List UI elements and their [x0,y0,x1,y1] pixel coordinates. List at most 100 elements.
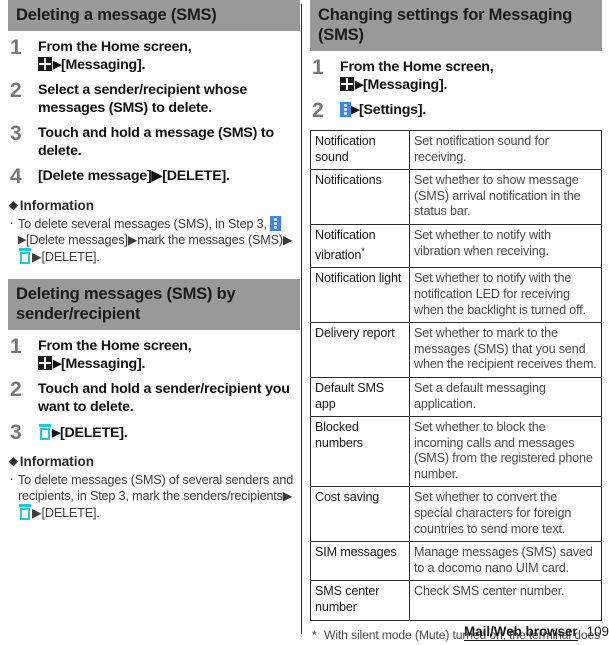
information-list: To delete messages (SMS) of several send… [8,471,300,521]
step-number: 2 [10,79,22,102]
table-row: Notification light Set whether to notify… [310,267,602,324]
arrow-icon: ▶ [355,78,363,91]
step-text-line1: From the Home screen, [340,59,494,75]
diamond-icon: ❖ [8,199,19,213]
setting-description: Set a default messaging application. [409,376,602,418]
step-item: 1 From the Home screen, ▶[Messaging]. [8,36,300,74]
step-text: Select a sender/recipient whose messages… [38,82,248,116]
setting-description: Set notification sound for receiving. [409,129,602,171]
step-item: 1 From the Home screen, ▶[Messaging]. [310,56,602,94]
setting-description: Set whether to show message (SMS) arriva… [409,169,602,225]
table-row: Notification sound Set notification soun… [310,129,602,171]
step-text-line1: From the Home screen, [38,338,192,354]
trash-icon [18,248,32,264]
step-text-line2: [Messaging]. [362,76,448,93]
arrow-icon: ▶ [351,104,359,116]
step-number: 2 [312,99,324,122]
info-text-part1: To delete messages (SMS) of several send… [18,473,294,503]
setting-name: Notification sound [310,129,410,171]
step-text: ▶[DELETE]. [38,423,128,443]
settings-table: Notification sound Set notification soun… [310,129,602,621]
step-text-line1: [DELETE]. [59,425,128,441]
setting-description: Set whether to convert the special chara… [409,486,602,543]
table-row: Notifications Set whether to show messag… [310,169,602,225]
section-heading-deleting-messages-by-sender: Deleting messages (SMS) by sender/recipi… [8,279,300,330]
list-item: To delete messages (SMS) of several send… [8,471,300,521]
step-item: 1 From the Home screen, ▶[Messaging]. [8,335,300,373]
step-number: 3 [10,122,22,145]
step-item: 4 [Delete message]▶[DELETE]. [8,165,300,188]
step-text: Touch and hold a sender/recipient you wa… [38,381,290,415]
section-heading-changing-settings: Changing settings for Messaging (SMS) [310,0,602,51]
trash-icon [38,424,52,440]
page-number: 109 [586,624,609,639]
setting-name: Notification light [310,267,410,324]
table-row: SMS center number Check SMS center numbe… [310,580,602,621]
information-heading: ❖Information [8,198,300,214]
step-number: 2 [10,378,22,401]
setting-name: Blocked numbers [310,416,410,488]
settings-table-body: Notification sound Set notification soun… [310,129,602,621]
step-text: [Delete message]▶[DELETE]. [38,168,230,184]
step-text: Touch and hold a message (SMS) to delete… [38,125,274,159]
step-item: 3 ▶[DELETE]. [8,421,300,444]
apps-grid-icon [340,76,354,91]
step-number: 4 [10,165,22,188]
step-text-line2: [Messaging]. [60,56,146,73]
arrow-icon: ▶ [53,58,61,71]
table-row: SIM messages Manage messages (SMS) saved… [310,541,602,582]
info-text-part3: ▶[DELETE]. [32,250,100,264]
step-text: From the Home screen, ▶[Messaging]. [340,58,494,94]
column-divider [301,4,302,634]
arrow-icon: ▶ [18,234,26,246]
step-item: 2 ▶[Settings]. [310,99,602,122]
step-number: 1 [312,56,324,79]
setting-description: Set whether to block the incoming calls … [409,416,602,488]
page-footer: Mail/Web browser 109 [464,624,609,641]
setting-description: Manage messages (SMS) saved to a docomo … [409,541,602,582]
apps-grid-icon [38,56,52,71]
setting-name-text: Notification vibration [315,227,376,262]
step-item: 2 Touch and hold a sender/recipient you … [8,378,300,416]
footnote-marker: * [312,627,317,642]
information-list: To delete several messages (SMS), in Ste… [8,215,300,265]
overflow-menu-icon [340,102,351,117]
chapter-label: Mail/Web browser [464,624,578,641]
setting-description: Check SMS center number. [409,580,602,621]
info-text-part1: To delete several messages (SMS), in Ste… [18,217,267,231]
diamond-icon: ❖ [8,455,19,469]
information-label: Information [19,454,95,469]
step-number: 1 [10,36,22,59]
section-heading-deleting-a-message: Deleting a message (SMS) [8,0,300,31]
setting-name: SMS center number [310,580,410,621]
manual-page: Deleting a message (SMS) 1 From the Home… [0,0,609,645]
setting-description: Set whether to notify with the notificat… [409,267,602,324]
step-text: From the Home screen, ▶[Messaging]. [38,38,192,74]
table-row: Delivery report Set whether to mark to t… [310,322,602,378]
footnote-marker: * [361,245,365,256]
table-row: Default SMS app Set a default messaging … [310,376,602,418]
apps-grid-icon [38,355,52,370]
info-text-part2: [Delete messages]▶mark the messages (SMS… [25,233,293,247]
table-row: Notification vibration* Set whether to n… [310,223,602,269]
arrow-icon: ▶ [52,427,60,439]
step-number: 1 [10,335,22,358]
table-row: Blocked numbers Set whether to block the… [310,416,602,488]
setting-name: Notification vibration* [310,223,410,269]
setting-name: Notifications [310,169,410,225]
step-item: 3 Touch and hold a message (SMS) to dele… [8,122,300,160]
information-label: Information [19,198,95,213]
setting-name: SIM messages [310,541,410,582]
step-item: 2 Select a sender/recipient whose messag… [8,79,300,117]
arrow-icon: ▶ [53,357,61,370]
info-text-part3: ▶[DELETE]. [32,506,100,520]
step-text-line2: [Messaging]. [60,355,146,372]
overflow-menu-icon [270,216,282,231]
step-number: 3 [10,421,22,444]
step-text: From the Home screen, ▶[Messaging]. [38,337,192,373]
left-column: Deleting a message (SMS) 1 From the Home… [8,0,300,645]
step-text-line1: [Settings]. [358,102,427,118]
right-column: Changing settings for Messaging (SMS) 1 … [310,0,602,645]
step-text-line1: From the Home screen, [38,39,192,55]
setting-description: Set whether to mark to the messages (SMS… [409,322,602,378]
